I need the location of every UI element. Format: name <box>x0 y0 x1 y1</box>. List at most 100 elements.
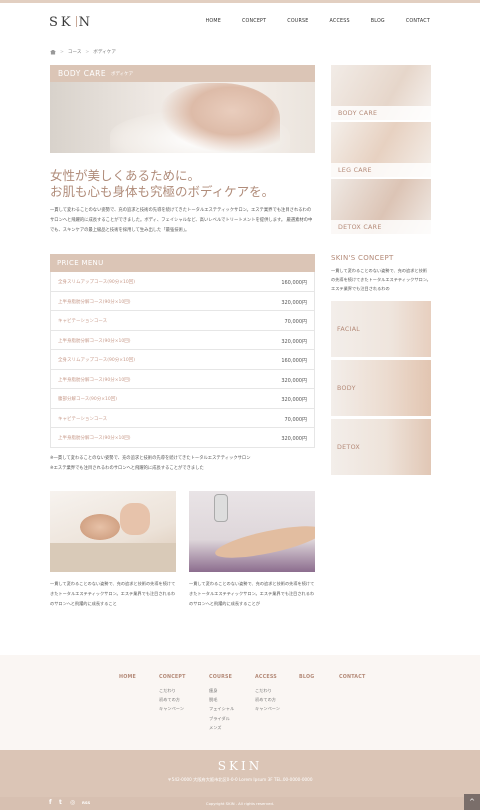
price-item-name: 上半身脂肪分解コース(90分×10回) <box>58 377 131 383</box>
footer-sub-link[interactable]: フェイシャル <box>209 706 234 712</box>
breadcrumb-separator-icon: > <box>85 49 90 55</box>
photo-caption: 一貫して変わることのない姿勢で、充の追求と技術の先導を続けてきたトータルエステテ… <box>189 581 315 606</box>
nav-course[interactable]: COURSE <box>287 19 308 24</box>
facial-treatment-photo <box>50 491 176 572</box>
footer-link-concept[interactable]: CONCEPT <box>159 675 186 680</box>
sidebar-body-tile[interactable]: BODY <box>331 360 431 416</box>
main-nav: HOME CONCEPT COURSE ACCESS BLOG CONTACT <box>185 19 430 24</box>
footer-link-access[interactable]: ACCESS <box>255 675 277 680</box>
price-item-name: 上半身脂肪分解コース(90分×10回) <box>58 299 131 305</box>
price-item-price: 320,000円 <box>281 338 307 345</box>
back-to-top-button[interactable]: ^ <box>464 794 480 810</box>
footer-sub-link[interactable]: 脱毛 <box>209 697 217 703</box>
price-item-price: 70,000円 <box>284 319 308 325</box>
footer-sub-link[interactable]: 初めての方 <box>255 697 276 703</box>
nav-home[interactable]: HOME <box>206 19 221 24</box>
price-item-name: キャビテーションコース <box>58 416 108 422</box>
nav-concept[interactable]: CONCEPT <box>242 19 266 24</box>
footer-sub-link[interactable]: ブライダル <box>209 716 230 722</box>
nav-access[interactable]: ACCESS <box>330 19 350 24</box>
price-row: 全身スリムアップコース(90分×10回) 160,000円 <box>50 272 315 292</box>
tile-label: FACIAL <box>337 326 361 333</box>
hand-graphic <box>120 503 150 535</box>
sidebar-box-label: DETOX CARE <box>331 220 431 234</box>
towel-graphic <box>50 543 176 572</box>
tile-label: DETOX <box>337 444 361 451</box>
logo-bar <box>75 16 77 27</box>
price-item-price: 320,000円 <box>281 299 307 306</box>
footer-brand-area <box>0 750 480 797</box>
price-row: 上半身脂肪分解コース(90分×10回) 320,000円 <box>50 291 315 311</box>
hero-body-graphic <box>160 83 280 153</box>
price-item-name: キャビテーションコース <box>58 319 108 324</box>
price-menu-title: PRICE MENU <box>50 254 315 272</box>
price-item-name: 腹部分解コース(90分×10回) <box>58 397 118 402</box>
price-item-price: 70,000円 <box>284 416 308 423</box>
breadcrumb-course[interactable]: コース <box>68 49 82 55</box>
price-note: ※エステ業界でも注目されるわのサロンへと飛躍的に成長することができました <box>50 466 204 471</box>
price-row: 上半身脂肪分解コース(90分×10回) 320,000円 <box>50 369 315 389</box>
price-row: キャビテーションコース 70,000円 <box>50 408 315 428</box>
hero-subtitle: ボディケア <box>111 72 134 77</box>
price-item-name: 上半身脂肪分解コース(90分×10回) <box>58 436 131 441</box>
photo-caption: 一貫して変わることのない姿勢で、充の追求と技術の先導を続けてきたトータルエステテ… <box>50 581 176 606</box>
footer-sub-link[interactable]: キャンペーン <box>159 706 184 712</box>
sidebar-detox-care-link[interactable]: DETOX CARE <box>331 179 431 234</box>
price-item-name: 全身スリムアップコース(90分×10回) <box>58 280 136 285</box>
concept-text: 一貫して変わることのない姿勢で、充の追求と技術の先導を続けてきたトータルエステテ… <box>331 268 431 291</box>
footer-sub-link[interactable]: こだわり <box>159 688 176 694</box>
price-menu-table: PRICE MENU 全身スリムアップコース(90分×10回) 160,000円 … <box>50 254 315 448</box>
breadcrumb: > コース > ボディケア <box>50 49 116 55</box>
price-note: ※一貫して変わることのない姿勢で、充の追求と技術の先導を続けてきたトータルエステ… <box>50 456 251 461</box>
sidebar-detox-tile[interactable]: DETOX <box>331 419 431 475</box>
nav-blog[interactable]: BLOG <box>371 19 385 24</box>
footer-address: 〒542-0000 大阪府大阪市北区0-0-0 Lorem Ipsum 3F T… <box>167 777 313 782</box>
page: SK N HOME CONCEPT COURSE ACCESS BLOG CONT… <box>0 0 480 810</box>
home-icon[interactable] <box>50 49 56 55</box>
footer-link-course[interactable]: COURSE <box>209 675 232 680</box>
footer-sitemap <box>0 655 480 750</box>
price-item-price: 320,000円 <box>281 436 307 442</box>
price-item-price: 320,000円 <box>281 397 307 403</box>
device-graphic <box>214 494 228 522</box>
top-accent-line <box>0 0 480 3</box>
sidebar-body-care-link[interactable]: BODY CARE <box>331 65 431 120</box>
concept-title: SKIN'S CONCEPT <box>331 254 394 262</box>
hero-title-bar: BODY CARE ボディケア <box>50 65 315 82</box>
sidebar-leg-care-link[interactable]: LEG CARE <box>331 122 431 177</box>
footer-sub-link[interactable]: メンズ <box>209 725 221 731</box>
headline-line-1: 女性が美しくあるために。 <box>50 168 201 183</box>
face-graphic <box>80 514 120 540</box>
footer-link-home[interactable]: HOME <box>119 675 136 680</box>
footer-link-blog[interactable]: BLOG <box>299 675 314 680</box>
footer-sub-link[interactable]: こだわり <box>255 688 272 694</box>
tile-label: BODY <box>337 385 356 392</box>
site-logo[interactable]: SK N <box>49 15 93 30</box>
breadcrumb-current: ボディケア <box>93 50 116 55</box>
sidebar-box-label: LEG CARE <box>331 163 431 177</box>
price-row: 上半身脂肪分解コース(90分×10回) 320,000円 <box>50 330 315 350</box>
logo-text-right: N <box>78 15 93 30</box>
footer-link-contact[interactable]: CONTACT <box>339 675 365 680</box>
headline-line-2: お肌も心も身体も究極のボディケアを。 <box>50 184 275 199</box>
page-headline: 女性が美しくあるために。 お肌も心も身体も究極のボディケアを。 <box>50 168 274 200</box>
sidebar-box-label: BODY CARE <box>331 106 431 120</box>
footer-sub-link[interactable]: 初めての方 <box>159 697 180 703</box>
hero-image: BODY CARE ボディケア <box>50 65 315 153</box>
price-row: 腹部分解コース(90分×10回) 320,000円 <box>50 389 315 409</box>
price-item-price: 160,000円 <box>281 280 307 286</box>
leg-treatment-photo <box>189 491 315 572</box>
footer-sub-link[interactable]: キャンペーン <box>255 706 280 712</box>
leg-graphic <box>212 519 315 565</box>
price-item-name: 全身スリムアップコース(90分×10回) <box>58 358 136 363</box>
hero-title: BODY CARE <box>58 69 107 78</box>
nav-contact[interactable]: CONTACT <box>406 19 430 24</box>
footer-sub-link[interactable]: 痩身 <box>209 688 217 694</box>
intro-text: 一貫して変わることのない姿勢で、充の追求と技術の先導を続けてきたトータルエステテ… <box>50 208 313 233</box>
copyright: Copyright SKIN . All rights reserved. <box>205 801 275 806</box>
breadcrumb-separator-icon: > <box>60 49 64 55</box>
footer-logo[interactable]: SKIN <box>0 759 480 773</box>
price-item-price: 160,000円 <box>281 358 307 364</box>
sidebar-facial-tile[interactable]: FACIAL <box>331 301 431 357</box>
price-item-price: 320,000円 <box>281 377 307 384</box>
